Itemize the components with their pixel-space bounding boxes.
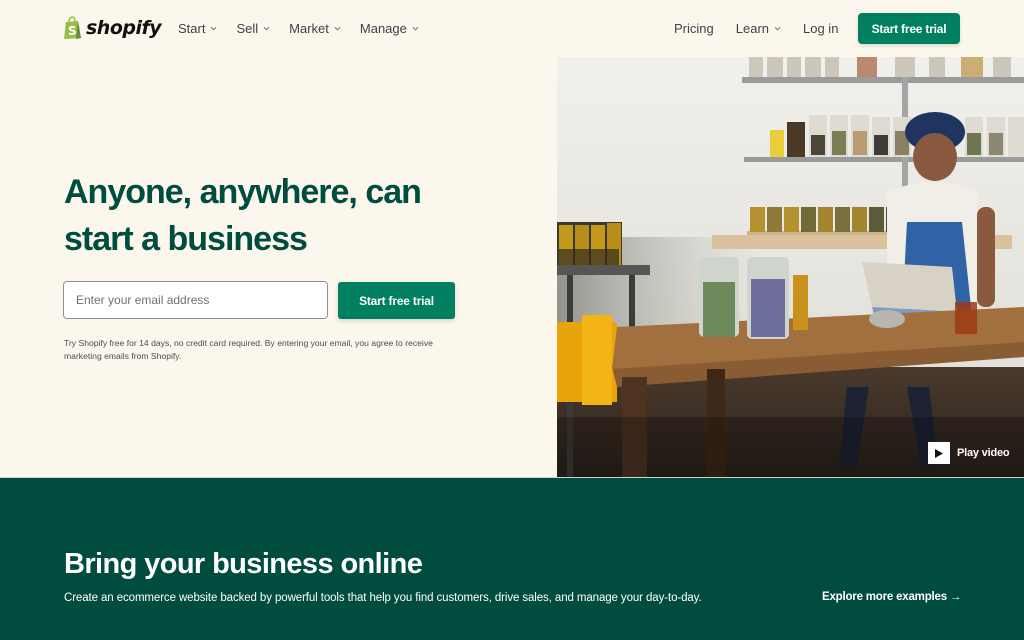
nav-label: Log in (803, 20, 839, 36)
nav-label: Manage (359, 20, 407, 36)
hero-photo-illustration (557, 57, 1024, 478)
nav-label: Sell (236, 20, 259, 36)
play-video-button[interactable]: Play video (928, 442, 1010, 464)
online-business-section: Bring your business online Create an eco… (0, 477, 1024, 640)
nav-item-market[interactable]: Market (289, 19, 341, 37)
secondary-nav: Pricing Learn Log in (674, 19, 860, 37)
hero-section: Anyone, anywhere, can start a business S… (0, 57, 557, 477)
email-input[interactable] (63, 281, 328, 319)
nav-item-start[interactable]: Start (178, 19, 217, 37)
header-start-trial-button[interactable]: Start free trial (858, 13, 960, 44)
nav-item-learn[interactable]: Learn (736, 19, 781, 37)
primary-nav: Start Sell Market Manage (178, 19, 438, 37)
nav-item-login[interactable]: Log in (803, 19, 838, 37)
shopify-logo[interactable]: S shopify (63, 14, 162, 42)
nav-label: Pricing (674, 20, 714, 36)
hero-start-trial-button[interactable]: Start free trial (338, 282, 455, 319)
chevron-down-icon (412, 26, 419, 31)
chevron-down-icon (210, 26, 217, 31)
hero-image (557, 57, 1024, 478)
shopping-bag-icon: S (63, 16, 83, 40)
chevron-down-icon (263, 26, 270, 31)
logo-wordmark: shopify (86, 17, 162, 39)
nav-item-sell[interactable]: Sell (236, 19, 270, 37)
section-title: Bring your business online (64, 548, 423, 580)
explore-examples-link[interactable]: Explore more examples → (822, 591, 961, 603)
nav-item-manage[interactable]: Manage (360, 19, 419, 37)
play-video-label: Play video (957, 447, 1010, 459)
site-header: S shopify Start Sell Market Manage Prici… (0, 0, 1024, 57)
trial-disclaimer: Try Shopify free for 14 days, no credit … (64, 338, 433, 361)
nav-label: Market (289, 20, 329, 36)
play-icon (928, 442, 950, 464)
nav-item-pricing[interactable]: Pricing (674, 19, 714, 37)
nav-label: Learn (735, 20, 769, 36)
hero-title: Anyone, anywhere, can start a business (64, 173, 422, 258)
chevron-down-icon (774, 26, 781, 31)
section-subtitle: Create an ecommerce website backed by po… (64, 592, 702, 604)
chevron-down-icon (334, 26, 341, 31)
svg-text:S: S (68, 24, 77, 38)
nav-label: Start (178, 20, 206, 36)
